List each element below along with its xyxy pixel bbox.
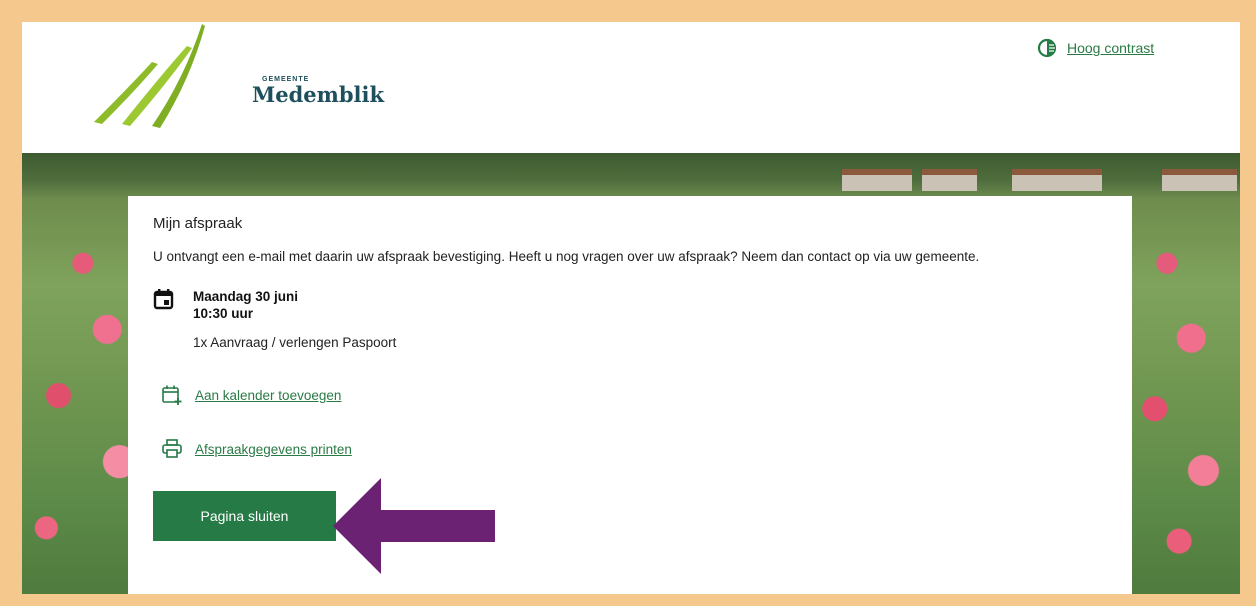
background-house [842,169,912,191]
hero-background-image: Mijn afspraak U ontvangt een e-mail met … [22,153,1240,594]
browser-page: GEMEENTE Medemblik Hoog contrast Mijn af… [22,22,1240,594]
annotation-arrow-icon [333,478,495,574]
high-contrast-toggle[interactable]: Hoog contrast [1037,38,1154,58]
high-contrast-link[interactable]: Hoog contrast [1067,40,1154,56]
municipality-logo[interactable]: GEMEENTE Medemblik [92,24,384,134]
print-action[interactable]: Afspraakgegevens printen [161,438,1117,460]
printer-icon [162,439,182,458]
logo-title: Medemblik [252,82,385,107]
appointment-time: 10:30 uur [193,306,254,321]
close-page-button[interactable]: Pagina sluiten [153,491,336,541]
appointment-card: Mijn afspraak U ontvangt een e-mail met … [128,196,1132,594]
add-to-calendar-action[interactable]: Aan kalender toevoegen [161,384,1117,406]
add-to-calendar-link[interactable]: Aan kalender toevoegen [195,388,341,403]
appointment-details: Maandag 30 juni 10:30 uur [153,288,1117,322]
print-link[interactable]: Afspraakgegevens printen [195,442,352,457]
site-header: GEMEENTE Medemblik Hoog contrast [22,22,1240,153]
appointment-service: 1x Aanvraag / verlengen Paspoort [193,335,397,350]
background-house [1162,169,1237,191]
calendar-icon [153,289,174,310]
appointment-date: Maandag 30 juni [193,289,299,304]
calendar-add-icon [162,385,182,405]
background-house [922,169,977,191]
page-title: Mijn afspraak [153,215,243,232]
background-house [1012,169,1102,191]
contrast-icon [1037,38,1057,58]
confirmation-message: U ontvangt een e-mail met daarin uw afsp… [153,249,980,264]
